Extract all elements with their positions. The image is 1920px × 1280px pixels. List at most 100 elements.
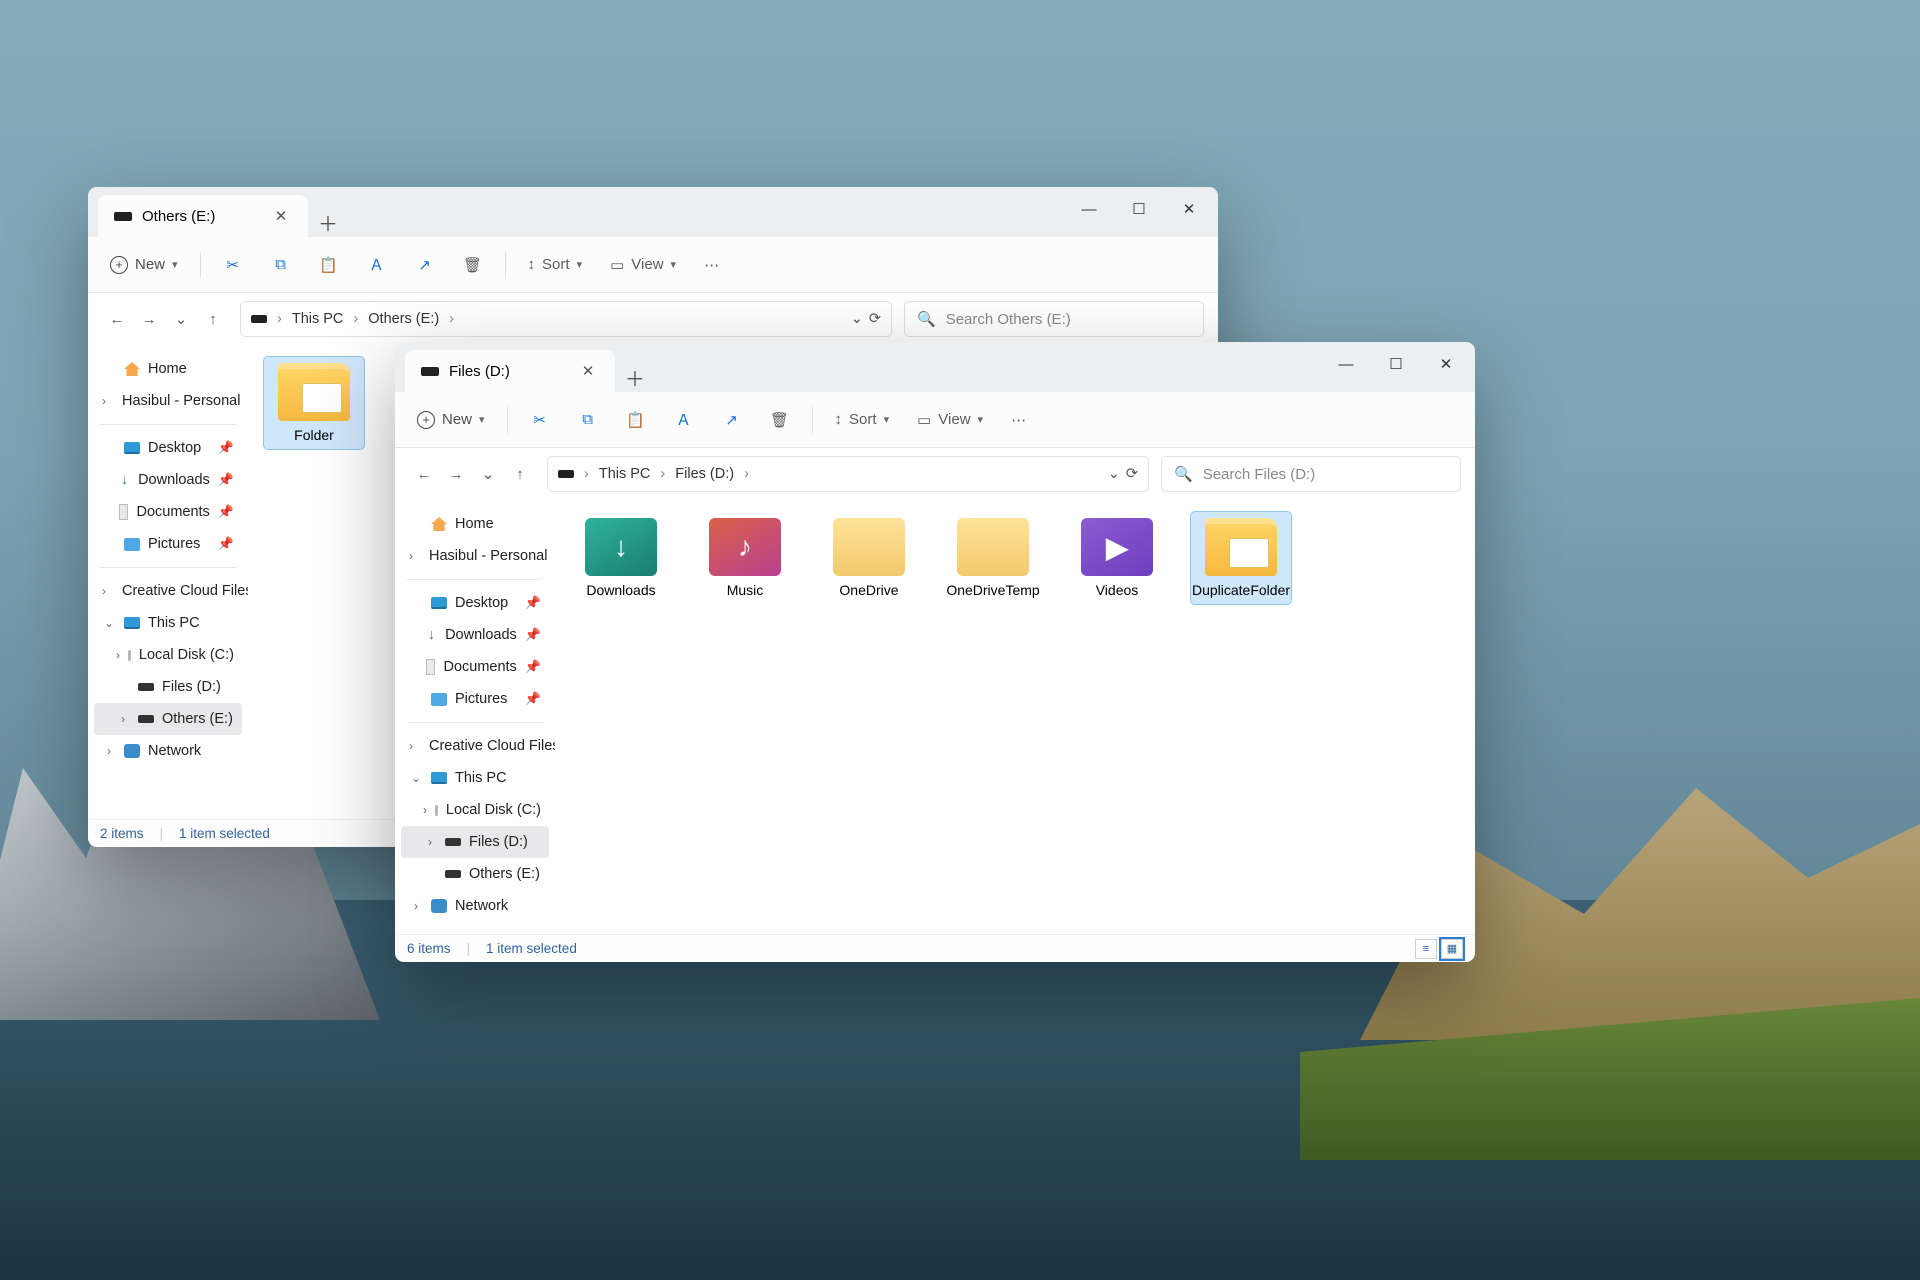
- delete-button[interactable]: 🗑: [453, 247, 493, 283]
- new-tab-button[interactable]: ＋: [615, 363, 655, 392]
- sidebar-ccf[interactable]: ›Creative Cloud Files: [94, 575, 242, 607]
- tab-files[interactable]: Files (D:) ✕: [405, 350, 615, 392]
- folder-item[interactable]: Folder: [264, 357, 364, 449]
- address-bar[interactable]: › This PC› Files (D:)› ⌄⟳: [547, 456, 1149, 492]
- sidebar-personal[interactable]: ›Hasibul - Personal: [94, 385, 242, 417]
- maximize-button[interactable]: ☐: [1371, 346, 1421, 382]
- new-tab-button[interactable]: ＋: [308, 208, 348, 237]
- new-button[interactable]: +New▾: [407, 402, 495, 438]
- close-button[interactable]: ✕: [1421, 346, 1471, 382]
- folder-item-duplicate[interactable]: DuplicateFolder: [1191, 512, 1291, 604]
- rename-button[interactable]: Ａ: [357, 247, 397, 283]
- tab-others[interactable]: Others (E:) ✕: [98, 195, 308, 237]
- sidebar-documents[interactable]: Documents📌: [94, 496, 242, 528]
- search-input[interactable]: 🔍 Search Others (E:): [904, 301, 1204, 337]
- forward-button[interactable]: →: [441, 459, 471, 489]
- close-button[interactable]: ✕: [1164, 191, 1214, 227]
- sidebar-network[interactable]: ›Network: [94, 735, 242, 767]
- new-button[interactable]: +New▾: [100, 247, 188, 283]
- share-button[interactable]: ↗: [405, 247, 445, 283]
- icons-view-button[interactable]: ▦: [1441, 939, 1463, 959]
- sidebar-local-c[interactable]: ›Local Disk (C:): [401, 794, 549, 826]
- sidebar-files-d[interactable]: ›Files (D:): [401, 826, 549, 858]
- share-button[interactable]: ↗: [712, 402, 752, 438]
- maximize-button[interactable]: ☐: [1114, 191, 1164, 227]
- disk-icon: [128, 650, 131, 661]
- cut-button[interactable]: ✂: [520, 402, 560, 438]
- view-button[interactable]: ▭ View ▾: [907, 402, 993, 438]
- copy-button[interactable]: ⧉: [568, 402, 608, 438]
- rename-button[interactable]: Ａ: [664, 402, 704, 438]
- breadcrumb-segment[interactable]: This PC: [292, 311, 344, 327]
- up-button[interactable]: ↑: [505, 459, 535, 489]
- titlebar[interactable]: Files (D:) ✕ ＋ ― ☐ ✕: [395, 342, 1475, 392]
- search-input[interactable]: 🔍 Search Files (D:): [1161, 456, 1461, 492]
- copy-button[interactable]: ⧉: [261, 247, 301, 283]
- paste-button[interactable]: 📋: [616, 402, 656, 438]
- folder-label: DuplicateFolder: [1192, 582, 1290, 598]
- folder-item-videos[interactable]: ▶Videos: [1067, 512, 1167, 604]
- sidebar-thispc[interactable]: ⌄This PC: [401, 762, 549, 794]
- recent-button[interactable]: ⌄: [473, 459, 503, 489]
- sidebar-desktop[interactable]: Desktop📌: [94, 432, 242, 464]
- sidebar-pictures[interactable]: Pictures📌: [94, 528, 242, 560]
- delete-button[interactable]: 🗑: [760, 402, 800, 438]
- sidebar-desktop[interactable]: Desktop📌: [401, 587, 549, 619]
- sidebar-network[interactable]: ›Network: [401, 890, 549, 922]
- back-button[interactable]: ←: [409, 459, 439, 489]
- sidebar-files-d[interactable]: Files (D:): [94, 671, 242, 703]
- sidebar-pictures[interactable]: Pictures📌: [401, 683, 549, 715]
- refresh-button[interactable]: ⟳: [1126, 466, 1138, 482]
- minimize-button[interactable]: ―: [1321, 346, 1371, 382]
- sidebar-downloads[interactable]: ↓Downloads📌: [401, 619, 549, 651]
- sort-button[interactable]: ↕ Sort ▾: [825, 402, 900, 438]
- tab-close-button[interactable]: ✕: [268, 203, 294, 229]
- status-count: 2 items: [100, 826, 144, 841]
- sidebar-others-e[interactable]: Others (E:): [401, 858, 549, 890]
- folder-content[interactable]: ↓Downloads ♪Music OneDrive OneDriveTemp …: [555, 500, 1475, 934]
- sidebar-local-c[interactable]: ›Local Disk (C:): [94, 639, 242, 671]
- pin-icon: 📌: [525, 627, 541, 643]
- folder-item-onedrive[interactable]: OneDrive: [819, 512, 919, 604]
- more-button[interactable]: ⋯: [1001, 402, 1036, 438]
- sidebar-others-e[interactable]: ›Others (E:): [94, 703, 242, 735]
- folder-item-onedrivetemp[interactable]: OneDriveTemp: [943, 512, 1043, 604]
- folder-item-downloads[interactable]: ↓Downloads: [571, 512, 671, 604]
- details-view-button[interactable]: ≡: [1415, 939, 1437, 959]
- paste-button[interactable]: 📋: [309, 247, 349, 283]
- sort-button[interactable]: ↕ Sort ▾: [518, 247, 593, 283]
- view-button[interactable]: ▭ View ▾: [600, 247, 686, 283]
- pictures-icon: [431, 693, 447, 706]
- folder-label: Folder: [294, 427, 334, 443]
- sidebar-personal[interactable]: ›Hasibul - Personal: [401, 540, 549, 572]
- sidebar-documents[interactable]: Documents📌: [401, 651, 549, 683]
- sidebar-downloads[interactable]: ↓Downloads📌: [94, 464, 242, 496]
- history-dropdown-button[interactable]: ⌄: [851, 311, 863, 327]
- downloads-icon: ↓: [119, 471, 130, 489]
- titlebar[interactable]: Others (E:) ✕ ＋ ― ☐ ✕: [88, 187, 1218, 237]
- up-button[interactable]: ↑: [198, 304, 228, 334]
- breadcrumb-segment[interactable]: Files (D:): [675, 466, 734, 482]
- breadcrumb-segment[interactable]: Others (E:): [368, 311, 439, 327]
- sidebar: Home ›Hasibul - Personal Desktop📌 ↓Downl…: [88, 345, 248, 819]
- documents-icon: [119, 504, 128, 520]
- minimize-button[interactable]: ―: [1064, 191, 1114, 227]
- sidebar-ccf[interactable]: ›Creative Cloud Files: [401, 730, 549, 762]
- sidebar-home[interactable]: Home: [401, 508, 549, 540]
- forward-button[interactable]: →: [134, 304, 164, 334]
- sidebar-thispc[interactable]: ⌄This PC: [94, 607, 242, 639]
- cut-button[interactable]: ✂: [213, 247, 253, 283]
- history-dropdown-button[interactable]: ⌄: [1108, 466, 1120, 482]
- refresh-button[interactable]: ⟳: [869, 311, 881, 327]
- recent-button[interactable]: ⌄: [166, 304, 196, 334]
- sidebar-home[interactable]: Home: [94, 353, 242, 385]
- address-bar[interactable]: › This PC› Others (E:)› ⌄⟳: [240, 301, 892, 337]
- tab-close-button[interactable]: ✕: [575, 358, 601, 384]
- folder-label: Videos: [1096, 582, 1139, 598]
- more-button[interactable]: ⋯: [694, 247, 729, 283]
- breadcrumb-segment[interactable]: This PC: [599, 466, 651, 482]
- pictures-icon: [124, 538, 140, 551]
- back-button[interactable]: ←: [102, 304, 132, 334]
- plus-icon: +: [417, 411, 435, 429]
- folder-item-music[interactable]: ♪Music: [695, 512, 795, 604]
